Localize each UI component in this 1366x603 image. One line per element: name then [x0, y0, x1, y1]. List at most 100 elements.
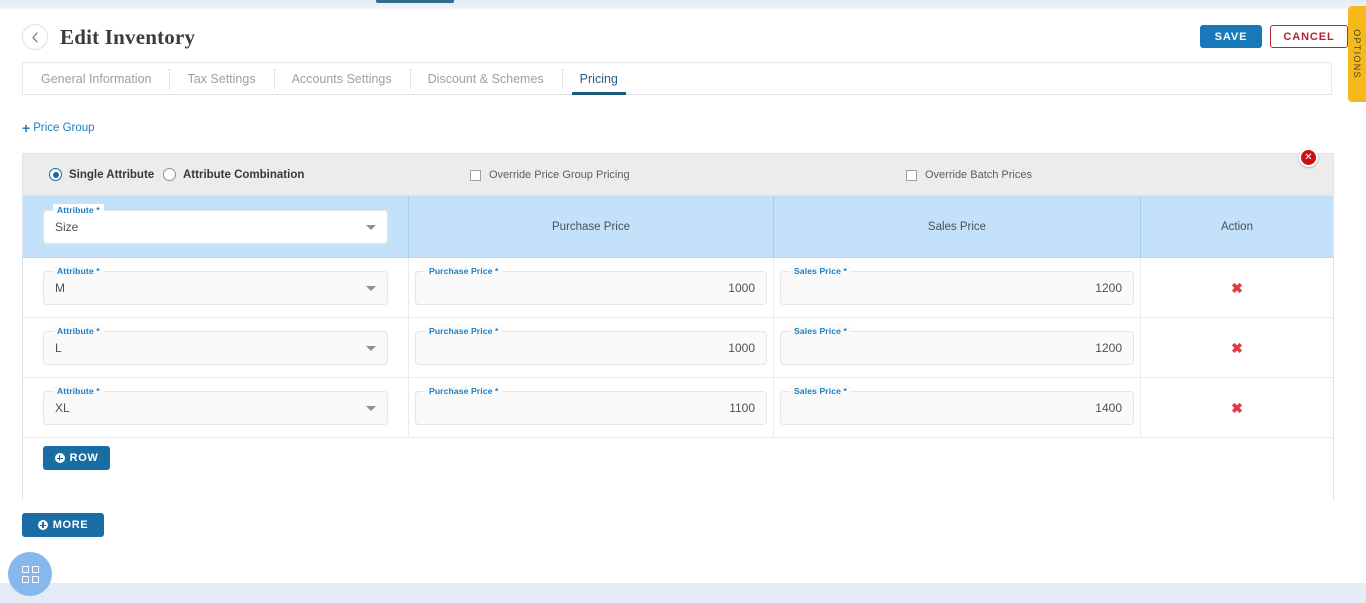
bottom-band [0, 583, 1366, 603]
tab-label: Accounts Settings [291, 71, 392, 86]
column-header-label: Purchase Price [552, 220, 630, 233]
row-attribute-cell: Attribute * M [23, 258, 409, 317]
pricing-panel: Single Attribute Attribute Combination O… [22, 153, 1334, 500]
table-row: Attribute * L Purchase Price * 1000 Sale… [23, 318, 1333, 378]
row-sales-price-cell: Sales Price * 1200 [774, 318, 1141, 377]
save-button[interactable]: SAVE [1200, 25, 1262, 48]
field-legend: Attribute * [53, 264, 104, 277]
tab-tax-settings[interactable]: Tax Settings [169, 63, 273, 94]
row-attribute-cell: Attribute * XL [23, 378, 409, 437]
radio-label: Single Attribute [69, 168, 155, 181]
grid-header-attribute-cell: Attribute * Size [23, 196, 409, 257]
chevron-down-icon [366, 285, 376, 291]
purchase-price-value: 1100 [729, 400, 755, 415]
chevron-left-icon [32, 31, 38, 43]
sales-price-field[interactable]: Sales Price * 1200 [780, 324, 1134, 365]
attribute-select[interactable]: Attribute * M [43, 264, 388, 305]
tab-discount-and-schemes[interactable]: Discount & Schemes [409, 63, 562, 94]
sales-price-value: 1200 [1095, 340, 1122, 355]
checkbox-label: Override Price Group Pricing [489, 169, 630, 181]
plus-icon: + [22, 120, 31, 136]
tab-label: Discount & Schemes [427, 71, 544, 86]
field-legend: Purchase Price * [425, 324, 503, 337]
purchase-price-value: 1000 [728, 340, 755, 355]
row-sales-price-cell: Sales Price * 1200 [774, 258, 1141, 317]
more-label: MORE [52, 519, 89, 531]
column-header-label: Action [1221, 220, 1253, 233]
radio-label: Attribute Combination [183, 168, 305, 181]
field-legend: Sales Price * [790, 264, 851, 277]
sales-price-field[interactable]: Sales Price * 1400 [780, 384, 1134, 425]
field-legend: Attribute * [53, 203, 104, 216]
grid-header-action-cell: Action [1141, 196, 1333, 257]
column-header-label: Sales Price [927, 220, 987, 233]
grid-apps-icon [21, 565, 39, 583]
apps-floating-button[interactable] [8, 552, 52, 596]
field-legend: Purchase Price * [425, 384, 503, 397]
pricing-options-strip: Single Attribute Attribute Combination O… [23, 154, 1333, 196]
field-legend: Attribute * [53, 384, 104, 397]
delete-row-icon[interactable]: ✖ [1231, 341, 1243, 355]
table-row: Attribute * XL Purchase Price * 1100 Sal… [23, 378, 1333, 438]
radio-dot-icon [49, 168, 62, 181]
table-row: Attribute * M Purchase Price * 1000 Sale… [23, 258, 1333, 318]
grid-header-sales-price-cell: Sales Price [774, 196, 1141, 257]
tab-label: General Information [41, 71, 152, 86]
field-legend: Sales Price * [790, 324, 851, 337]
grid-header-row: Attribute * Size Purchase Price Sales Pr… [23, 196, 1333, 258]
attribute-select-value: Size [55, 219, 79, 234]
chevron-down-icon [366, 345, 376, 351]
checkbox-icon [906, 169, 917, 181]
plus-circle-icon [37, 520, 48, 530]
add-price-group-link[interactable]: + Price Group [22, 121, 95, 135]
sales-price-field[interactable]: Sales Price * 1200 [780, 264, 1134, 305]
page-title: Edit Inventory [60, 25, 196, 49]
row-sales-price-cell: Sales Price * 1400 [774, 378, 1141, 437]
pricing-grid: Attribute * Size Purchase Price Sales Pr… [23, 196, 1333, 438]
close-icon[interactable]: ✕ [1299, 148, 1318, 167]
tab-label: Pricing [579, 71, 618, 86]
page-header: Edit Inventory SAVE CANCEL [22, 12, 1348, 58]
attribute-value: M [55, 280, 65, 295]
checkbox-override-price-group-pricing[interactable]: Override Price Group Pricing [470, 169, 630, 181]
plus-circle-icon [54, 453, 65, 463]
add-row-label: ROW [69, 452, 99, 464]
add-row-area: ROW [23, 438, 1333, 500]
delete-row-icon[interactable]: ✖ [1231, 281, 1243, 295]
row-purchase-price-cell: Purchase Price * 1100 [409, 378, 774, 437]
tab-pricing[interactable]: Pricing [561, 63, 636, 95]
checkbox-override-batch-prices[interactable]: Override Batch Prices [906, 169, 1032, 181]
purchase-price-field[interactable]: Purchase Price * 1000 [415, 264, 767, 305]
attribute-select[interactable]: Attribute * L [43, 324, 388, 365]
purchase-price-field[interactable]: Purchase Price * 1100 [415, 384, 767, 425]
options-side-tab[interactable]: OPTIONS [1348, 6, 1366, 102]
tab-general-information[interactable]: General Information [23, 63, 169, 94]
browser-tab-stub [376, 0, 454, 3]
row-purchase-price-cell: Purchase Price * 1000 [409, 318, 774, 377]
sales-price-value: 1400 [1095, 400, 1122, 415]
row-attribute-cell: Attribute * L [23, 318, 409, 377]
radio-attribute-combination[interactable]: Attribute Combination [163, 168, 304, 181]
chevron-down-icon [366, 405, 376, 411]
delete-row-icon[interactable]: ✖ [1231, 401, 1243, 415]
radio-single-attribute[interactable]: Single Attribute [49, 168, 154, 181]
back-button[interactable] [22, 24, 48, 50]
options-side-tab-label: OPTIONS [1352, 29, 1362, 79]
purchase-price-value: 1000 [728, 280, 755, 295]
row-action-cell: ✖ [1141, 318, 1333, 377]
radio-dot-icon [163, 168, 176, 181]
cancel-button[interactable]: CANCEL [1270, 25, 1348, 48]
tab-accounts-settings[interactable]: Accounts Settings [273, 63, 410, 94]
purchase-price-field[interactable]: Purchase Price * 1000 [415, 324, 767, 365]
attribute-select-header[interactable]: Attribute * Size [43, 203, 388, 244]
attribute-select[interactable]: Attribute * XL [43, 384, 388, 425]
field-legend: Sales Price * [790, 384, 851, 397]
row-action-cell: ✖ [1141, 258, 1333, 317]
more-button[interactable]: MORE [22, 513, 104, 537]
field-legend: Attribute * [53, 324, 104, 337]
checkbox-icon [470, 169, 481, 181]
add-row-button[interactable]: ROW [43, 446, 110, 470]
field-legend: Purchase Price * [425, 264, 503, 277]
sales-price-value: 1200 [1095, 280, 1122, 295]
grid-header-purchase-price-cell: Purchase Price [409, 196, 774, 257]
